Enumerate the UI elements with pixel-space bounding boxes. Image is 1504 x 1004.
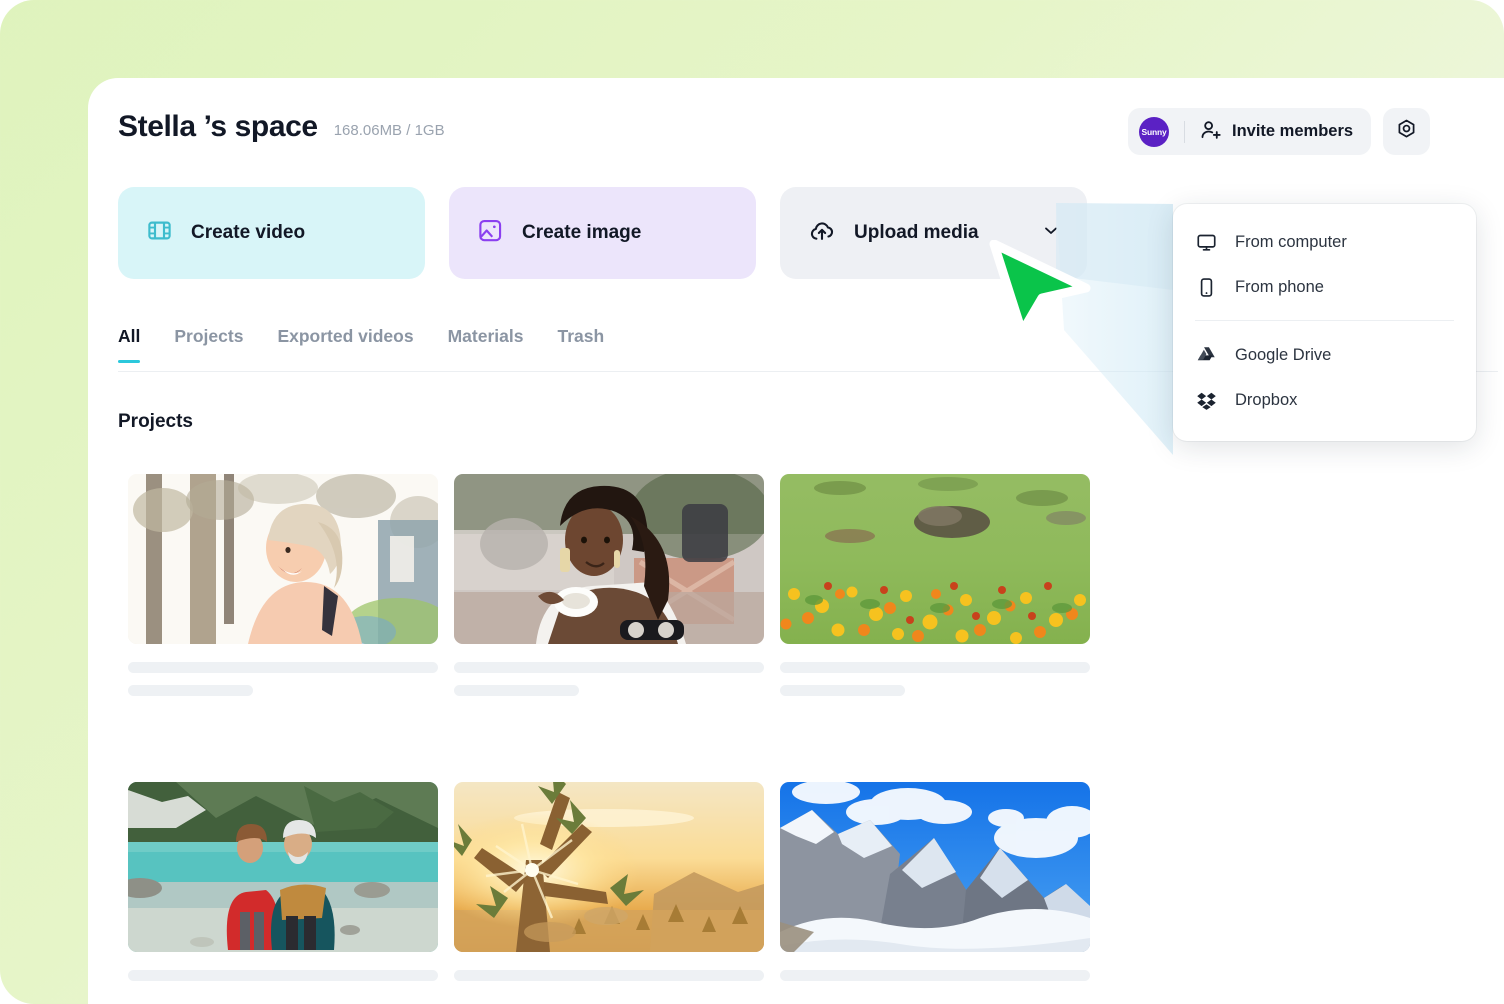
primary-actions: Create video Create image Upload media (118, 187, 1087, 279)
menu-item-from-computer[interactable]: From computer (1173, 220, 1476, 265)
skeleton-line (454, 970, 764, 981)
tab-materials[interactable]: Materials (448, 326, 524, 363)
tab-all[interactable]: All (118, 326, 141, 363)
skeleton-line (128, 970, 438, 981)
monitor-icon (1195, 232, 1217, 253)
tab-exported-videos[interactable]: Exported videos (277, 326, 413, 363)
create-video-button[interactable]: Create video (118, 187, 425, 279)
add-person-icon (1200, 118, 1223, 146)
skeleton-line (454, 685, 579, 696)
project-thumbnail-woman-with-coffee-cup-cafe[interactable] (454, 474, 764, 644)
chevron-down-icon[interactable] (1041, 221, 1061, 246)
upload-media-button[interactable]: Upload media (780, 187, 1087, 279)
google-drive-icon (1195, 345, 1217, 366)
menu-item-google-drive[interactable]: Google Drive (1173, 333, 1476, 378)
invite-members-button[interactable]: Sunny Invite members (1128, 108, 1372, 155)
project-thumbnail-senior-couple-lake-mountains[interactable] (128, 782, 438, 952)
upload-media-menu[interactable]: From computer From phone Google Drive Dr… (1173, 204, 1476, 441)
menu-item-label: From computer (1235, 233, 1347, 251)
create-video-label: Create video (191, 222, 306, 243)
header-actions: Sunny Invite members (1128, 108, 1431, 155)
skeleton-line (454, 662, 764, 673)
projects-grid (128, 474, 1090, 981)
tab-projects[interactable]: Projects (174, 326, 243, 363)
content-tabs: All Projects Exported videos Materials T… (118, 326, 604, 363)
storage-quota: 168.06MB / 1GB (333, 122, 445, 139)
menu-item-from-phone[interactable]: From phone (1173, 265, 1476, 310)
page-title: Stella ’s space (118, 110, 318, 143)
menu-item-label: Google Drive (1235, 346, 1332, 364)
project-thumbnail-joshua-tree-desert-sunset[interactable] (454, 782, 764, 952)
projects-section-title: Projects (118, 411, 193, 432)
skeleton-line (780, 685, 905, 696)
project-card[interactable] (128, 782, 438, 981)
project-card[interactable] (454, 782, 764, 981)
project-thumbnail-snowy-mountain-peaks[interactable] (780, 782, 1090, 952)
create-image-button[interactable]: Create image (449, 187, 756, 279)
project-card[interactable] (780, 474, 1090, 696)
project-thumbnail-wildflower-meadow[interactable] (780, 474, 1090, 644)
project-card[interactable] (780, 782, 1090, 981)
avatar[interactable]: Sunny (1139, 116, 1169, 147)
project-card[interactable] (454, 474, 764, 696)
menu-item-dropbox[interactable]: Dropbox (1173, 378, 1476, 423)
menu-divider (1195, 320, 1454, 321)
phone-icon (1195, 277, 1217, 298)
settings-button[interactable] (1383, 108, 1431, 155)
upload-media-label: Upload media (854, 222, 979, 243)
skeleton-line (128, 662, 438, 673)
film-icon (146, 217, 173, 249)
create-image-label: Create image (522, 222, 642, 243)
skeleton-line (780, 970, 1090, 981)
project-thumbnail-blonde-woman-laughing-outdoors[interactable] (128, 474, 438, 644)
menu-item-label: Dropbox (1235, 391, 1298, 409)
divider (1184, 120, 1185, 143)
skeleton-line (780, 662, 1090, 673)
project-card[interactable] (128, 474, 438, 696)
tab-trash[interactable]: Trash (557, 326, 604, 363)
page-header: Stella ’s space 168.06MB / 1GB (118, 110, 445, 144)
image-icon (477, 217, 504, 249)
invite-members-label: Invite members (1232, 122, 1354, 140)
dropbox-icon (1195, 390, 1217, 411)
skeleton-line (128, 685, 253, 696)
cloud-upload-icon (808, 217, 836, 250)
menu-item-label: From phone (1235, 278, 1324, 296)
gear-icon (1395, 118, 1418, 146)
